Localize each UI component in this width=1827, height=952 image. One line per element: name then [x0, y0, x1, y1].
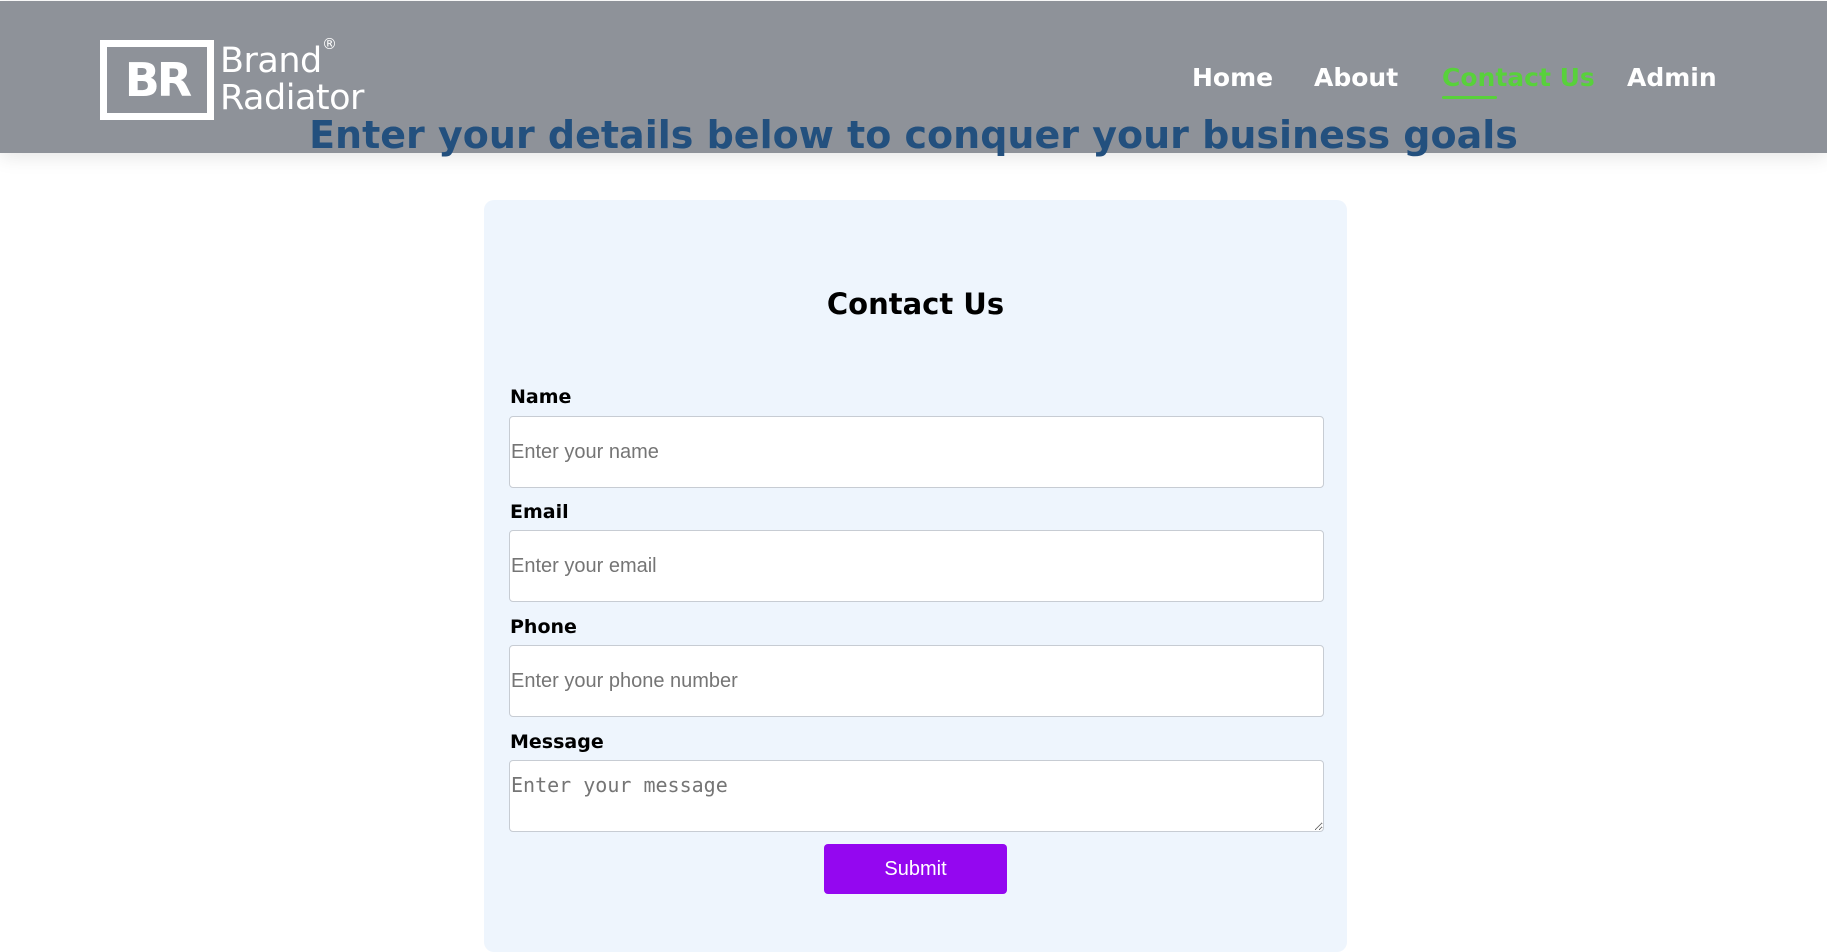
submit-button[interactable]: Submit [824, 844, 1007, 894]
name-input[interactable] [509, 416, 1324, 488]
phone-input[interactable] [509, 645, 1324, 717]
nav-admin[interactable]: Admin [1627, 62, 1717, 94]
page-tagline: Enter your details below to conquer your… [309, 113, 1518, 157]
email-input[interactable] [509, 530, 1324, 602]
nav-contact-us[interactable]: Contact Us [1442, 62, 1595, 94]
main-nav: Home About Contact Us Admin [0, 63, 1827, 99]
phone-label: Phone [510, 616, 577, 638]
message-textarea[interactable] [509, 760, 1324, 832]
name-label: Name [510, 386, 572, 408]
nav-about[interactable]: About [1314, 62, 1398, 94]
registered-mark: ® [322, 35, 337, 53]
contact-form-card: Contact Us Name Email Phone Message Subm… [484, 200, 1347, 952]
message-label: Message [510, 731, 604, 753]
form-title: Contact Us [826, 287, 1005, 321]
email-label: Email [510, 501, 569, 523]
nav-home[interactable]: Home [1192, 62, 1273, 94]
active-nav-underline [1442, 96, 1497, 99]
